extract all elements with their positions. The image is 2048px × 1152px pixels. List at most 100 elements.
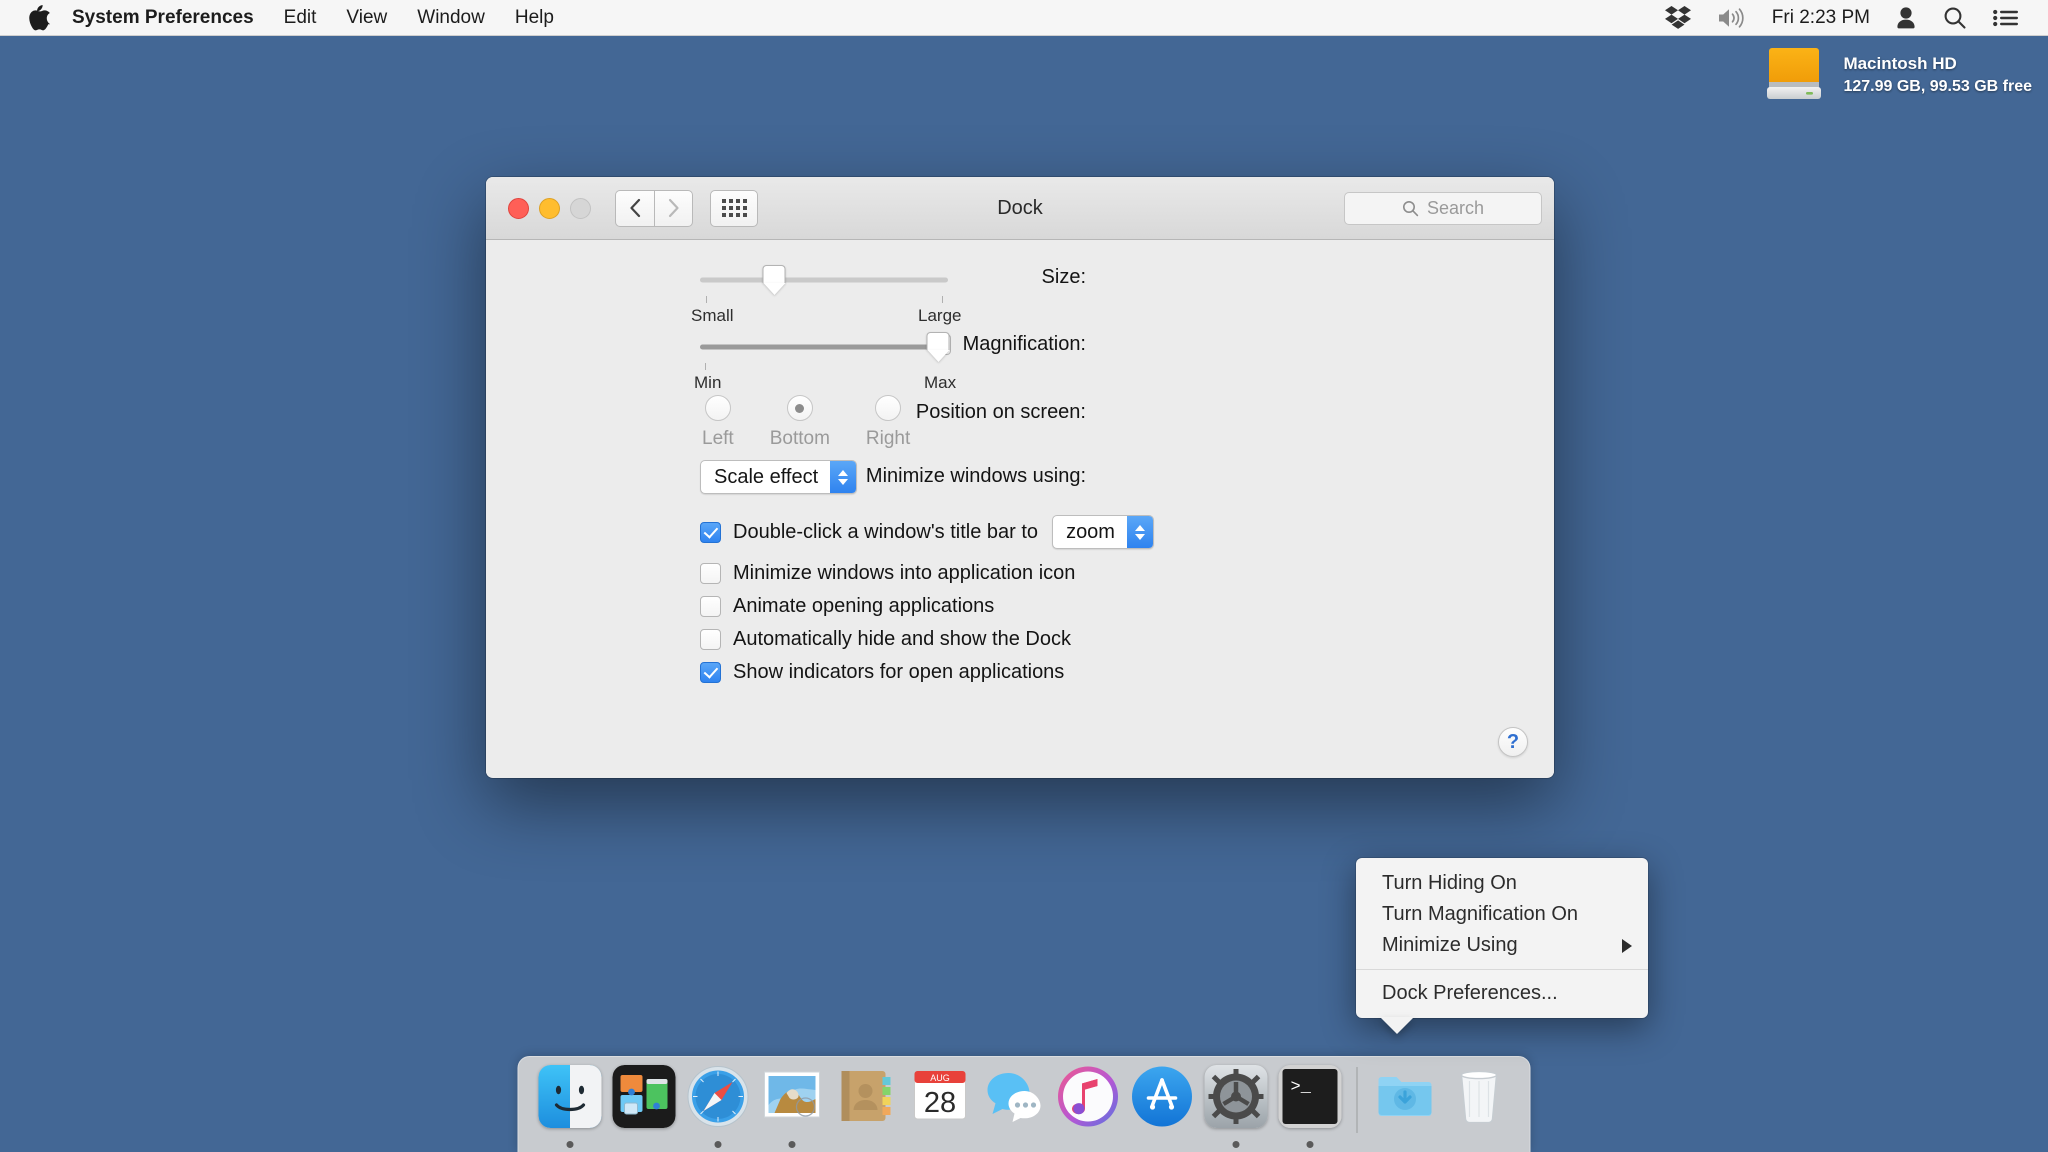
show-all-button[interactable] xyxy=(710,189,758,227)
forward-button[interactable] xyxy=(654,189,693,227)
apple-menu-icon[interactable] xyxy=(0,0,72,35)
animate-opening-label: Animate opening applications xyxy=(733,595,995,617)
minimize-effect-label: Minimize windows using: xyxy=(865,465,1086,487)
dock-item-mail[interactable] xyxy=(755,1065,829,1148)
trash-icon[interactable] xyxy=(1447,1065,1510,1128)
double-click-action-popup[interactable]: zoom xyxy=(1052,515,1154,549)
dock-item-system-preferences[interactable] xyxy=(1199,1065,1273,1148)
mission-control-icon[interactable] xyxy=(612,1065,675,1128)
dock-context-menu: Turn Hiding On Turn Magnification On Min… xyxy=(1356,858,1648,1034)
messages-icon[interactable] xyxy=(982,1065,1045,1128)
dock-item-messages[interactable] xyxy=(977,1065,1051,1148)
menu-pointer-tail xyxy=(1380,1017,1414,1034)
dock-item-downloads[interactable] xyxy=(1368,1065,1442,1148)
calendar-day: 28 xyxy=(923,1087,955,1119)
menu-item-help[interactable]: Help xyxy=(500,0,569,35)
menu-item-system-preferences[interactable]: System Preferences xyxy=(72,0,269,35)
mail-icon[interactable] xyxy=(760,1065,823,1128)
magnification-slider-track[interactable] xyxy=(700,344,948,350)
radio-bottom[interactable] xyxy=(786,395,813,421)
position-option-left[interactable]: Left xyxy=(702,395,734,450)
downloads-folder-icon[interactable] xyxy=(1373,1065,1436,1128)
dock-item-calendar[interactable]: AUG 28 xyxy=(903,1065,977,1148)
dock-item-trash[interactable] xyxy=(1442,1065,1516,1148)
auto-hide-label: Automatically hide and show the Dock xyxy=(733,628,1071,650)
dock-item-terminal[interactable]: >_ xyxy=(1273,1065,1347,1148)
menu-item-turn-hiding-on[interactable]: Turn Hiding On xyxy=(1356,868,1648,899)
menu-item-minimize-using[interactable]: Minimize Using xyxy=(1356,930,1648,961)
menu-item-edit[interactable]: Edit xyxy=(269,0,332,35)
position-option-bottom[interactable]: Bottom xyxy=(770,395,830,450)
dock-item-contacts[interactable] xyxy=(829,1065,903,1148)
minimize-into-icon-checkbox[interactable] xyxy=(700,563,721,584)
minimize-button[interactable] xyxy=(539,197,560,219)
safari-icon[interactable] xyxy=(686,1065,749,1128)
zoom-button xyxy=(570,197,591,219)
size-slider-thumb[interactable] xyxy=(762,265,786,295)
radio-right[interactable] xyxy=(875,395,902,421)
double-click-checkbox[interactable] xyxy=(700,521,721,543)
dock-item-finder[interactable] xyxy=(533,1065,607,1148)
volume-icon[interactable] xyxy=(1704,0,1760,35)
dock-item-safari[interactable] xyxy=(681,1065,755,1148)
checkbox-show-indicators-row[interactable]: Show indicators for open applications xyxy=(700,661,1064,684)
dropbox-icon[interactable] xyxy=(1652,0,1704,35)
drive-capacity: 127.99 GB, 99.53 GB free xyxy=(1843,78,2032,96)
back-button[interactable] xyxy=(615,189,654,227)
help-button[interactable]: ? xyxy=(1498,727,1528,757)
size-slider[interactable]: Small Large xyxy=(691,265,961,325)
close-button[interactable] xyxy=(508,197,529,219)
radio-left[interactable] xyxy=(704,395,731,421)
terminal-icon[interactable]: >_ xyxy=(1278,1065,1341,1128)
magnification-label: Magnification: xyxy=(962,333,1086,355)
checkbox-minimize-into-icon-row[interactable]: Minimize windows into application icon xyxy=(700,562,1075,585)
grid-icon xyxy=(721,199,747,217)
minimize-effect-popup[interactable]: Scale effect xyxy=(700,460,858,494)
search-input[interactable]: Search xyxy=(1344,191,1542,225)
show-indicators-checkbox[interactable] xyxy=(700,662,721,683)
menu-item-dock-preferences[interactable]: Dock Preferences... xyxy=(1356,978,1648,1009)
double-click-row: Double-click a window's title bar to zoo… xyxy=(700,515,1154,549)
menu-item-label: Turn Hiding On xyxy=(1382,872,1517,894)
app-store-icon[interactable] xyxy=(1130,1065,1193,1128)
radio-right-label: Right xyxy=(865,428,911,449)
desktop-drive-item[interactable]: Macintosh HD 127.99 GB, 99.53 GB free xyxy=(1759,42,2032,109)
dock-item-app-store[interactable] xyxy=(1125,1065,1199,1148)
checkbox-animate-opening-row[interactable]: Animate opening applications xyxy=(700,595,994,618)
auto-hide-checkbox[interactable] xyxy=(700,629,721,650)
notification-center-icon[interactable] xyxy=(1980,0,2032,35)
magnification-slider-thumb[interactable] xyxy=(926,332,950,362)
double-click-action-value: zoom xyxy=(1066,520,1115,543)
system-preferences-icon[interactable] xyxy=(1204,1065,1267,1128)
chevron-updown-icon[interactable] xyxy=(1126,516,1153,548)
dock-item-itunes[interactable] xyxy=(1051,1065,1125,1148)
window-titlebar[interactable]: Dock Search xyxy=(486,177,1554,240)
window-controls xyxy=(508,197,591,219)
calendar-icon[interactable]: AUG 28 xyxy=(908,1065,971,1128)
size-slider-track[interactable] xyxy=(700,277,948,283)
menu-item-label: Dock Preferences... xyxy=(1382,982,1558,1004)
minimize-effect-value: Scale effect xyxy=(714,465,819,488)
calendar-month: AUG xyxy=(930,1073,950,1083)
svg-text:>_: >_ xyxy=(1290,1078,1311,1097)
contacts-icon[interactable] xyxy=(834,1065,897,1128)
running-indicator xyxy=(1306,1141,1313,1148)
chevron-updown-icon[interactable] xyxy=(830,461,857,493)
menu-item-window[interactable]: Window xyxy=(402,0,500,35)
menu-item-view[interactable]: View xyxy=(331,0,402,35)
magnification-slider[interactable]: Min Max xyxy=(694,332,956,392)
menu-bar: System Preferences Edit View Window Help… xyxy=(0,0,2048,36)
itunes-icon[interactable] xyxy=(1056,1065,1119,1128)
finder-icon[interactable] xyxy=(538,1065,601,1128)
user-icon[interactable] xyxy=(1882,0,1930,35)
double-click-label: Double-click a window's title bar to xyxy=(733,520,1039,543)
dock-item-mission-control[interactable] xyxy=(607,1065,681,1148)
spotlight-search-icon[interactable] xyxy=(1930,0,1980,35)
checkbox-auto-hide-row[interactable]: Automatically hide and show the Dock xyxy=(700,628,1071,651)
size-max-label: Large xyxy=(918,306,962,325)
size-min-label: Small xyxy=(691,306,734,325)
menu-bar-clock[interactable]: Fri 2:23 PM xyxy=(1760,0,1882,35)
position-option-right[interactable]: Right xyxy=(866,395,910,450)
menu-item-turn-magnification-on[interactable]: Turn Magnification On xyxy=(1356,899,1648,930)
animate-opening-checkbox[interactable] xyxy=(700,596,721,617)
